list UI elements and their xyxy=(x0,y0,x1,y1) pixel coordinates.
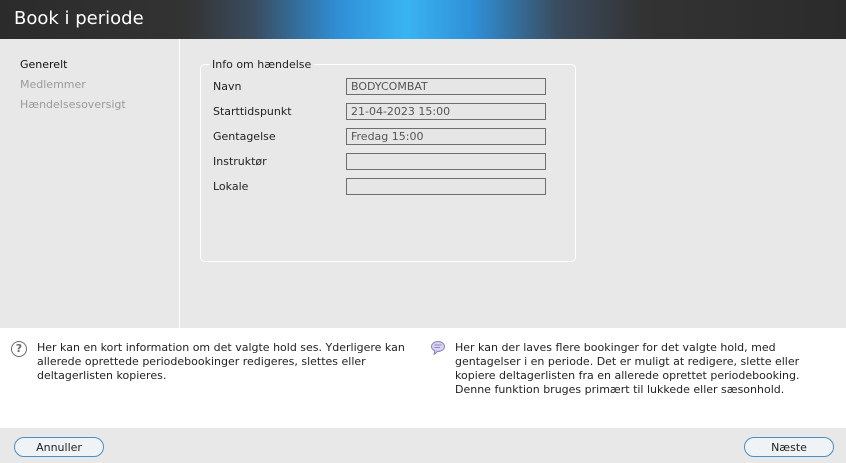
next-button[interactable]: Næste xyxy=(744,437,834,457)
repeat-field[interactable]: Fredag 15:00 xyxy=(346,128,546,145)
title-bar: Book i periode xyxy=(0,0,846,39)
name-label: Navn xyxy=(213,80,242,93)
footer-bar: Annuller Næste xyxy=(0,428,846,463)
name-field[interactable]: BODYCOMBAT xyxy=(346,78,546,95)
group-title: Info om hændelse xyxy=(209,58,315,71)
chat-bubble-icon xyxy=(431,341,445,355)
start-time-field[interactable]: 21-04-2023 15:00 xyxy=(346,103,546,120)
window-title: Book i periode xyxy=(14,8,144,29)
main-panel: Info om hændelse Navn BODYCOMBAT Startti… xyxy=(181,39,846,328)
room-label: Lokale xyxy=(213,180,249,193)
event-info-group: Info om hændelse Navn BODYCOMBAT Startti… xyxy=(200,58,576,262)
sidebar-item-generelt[interactable]: Generelt xyxy=(20,58,67,71)
instructor-label: Instruktør xyxy=(213,155,267,168)
info-right-text: Her kan der laves flere bookinger for de… xyxy=(455,341,800,396)
start-time-label: Starttidspunkt xyxy=(213,105,292,118)
room-field[interactable] xyxy=(346,178,546,195)
info-panel: ? Her kan en kort information om det val… xyxy=(0,328,846,428)
sidebar-item-haendelsesoversigt[interactable]: Hændelsesoversigt xyxy=(20,98,126,111)
sidebar-item-medlemmer[interactable]: Medlemmer xyxy=(20,78,86,91)
info-left-text: Her kan en kort information om det valgt… xyxy=(37,341,405,382)
help-circle-icon: ? xyxy=(11,341,27,357)
sidebar: Generelt Medlemmer Hændelsesoversigt xyxy=(0,39,180,328)
instructor-field[interactable] xyxy=(346,153,546,170)
cancel-button[interactable]: Annuller xyxy=(14,437,104,457)
repeat-label: Gentagelse xyxy=(213,130,276,143)
